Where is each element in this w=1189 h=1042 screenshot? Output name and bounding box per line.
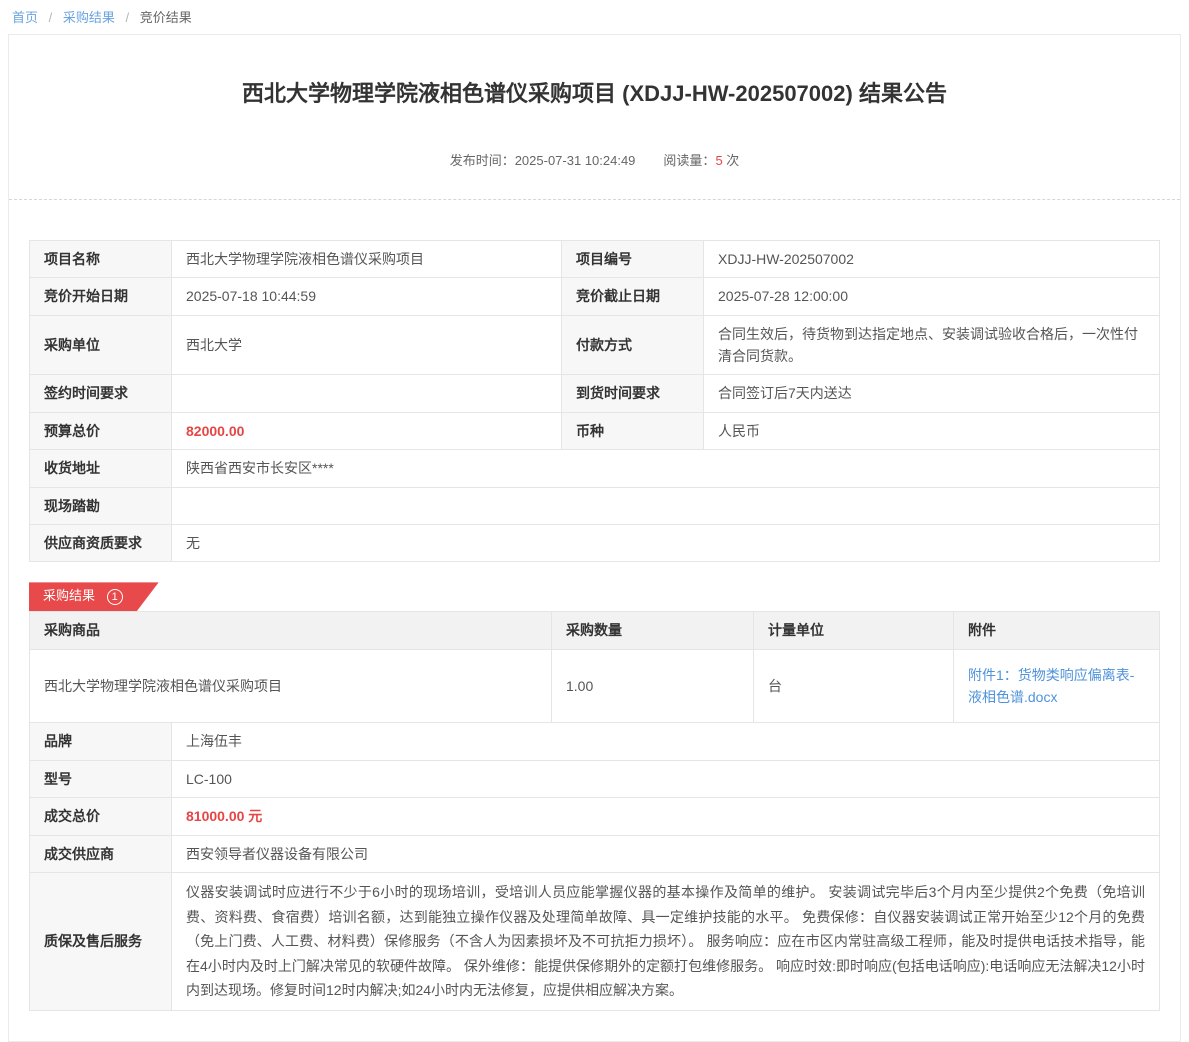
- table-row: 预算总价 82000.00 币种 人民币: [30, 412, 1160, 449]
- info-label: 收货地址: [30, 450, 172, 487]
- announcement-card: 西北大学物理学院液相色谱仪采购项目 (XDJJ-HW-202507002) 结果…: [8, 34, 1181, 1042]
- result-details-table: 品牌 上海伍丰 型号 LC-100 成交总价 81000.00 元 成交供应商 …: [29, 722, 1160, 1010]
- table-row: 现场踏勘: [30, 487, 1160, 524]
- project-info-table: 项目名称 西北大学物理学院液相色谱仪采购项目 项目编号 XDJJ-HW-2025…: [29, 240, 1160, 563]
- info-label: 签约时间要求: [30, 375, 172, 412]
- result-product: 西北大学物理学院液相色谱仪采购项目: [30, 649, 552, 723]
- warranty-service-text: 仪器安装调试时应进行不少于6小时的现场培训，受培训人员应能掌握仪器的基本操作及简…: [172, 873, 1160, 1011]
- info-label: 币种: [562, 412, 704, 449]
- info-label: 付款方式: [562, 315, 704, 375]
- table-row: 成交供应商 西安领导者仪器设备有限公司: [30, 835, 1160, 872]
- info-value: 人民币: [704, 412, 1160, 449]
- breadcrumb-link-procurement-results[interactable]: 采购结果: [63, 10, 115, 25]
- detail-label: 质保及售后服务: [30, 873, 172, 1011]
- result-count-badge: 1: [107, 589, 123, 605]
- breadcrumb-link-home[interactable]: 首页: [12, 10, 38, 25]
- table-row: 型号 LC-100: [30, 760, 1160, 797]
- info-label: 竞价开始日期: [30, 278, 172, 315]
- supplier-value: 西安领导者仪器设备有限公司: [172, 835, 1160, 872]
- table-row: 签约时间要求 到货时间要求 合同签订后7天内送达: [30, 375, 1160, 412]
- purchase-result-table: 采购商品 采购数量 计量单位 附件 西北大学物理学院液相色谱仪采购项目 1.00…: [29, 611, 1160, 723]
- info-label: 项目编号: [562, 240, 704, 277]
- page-title: 西北大学物理学院液相色谱仪采购项目 (XDJJ-HW-202507002) 结果…: [69, 79, 1120, 110]
- publish-meta: 发布时间：2025-07-31 10:24:49 阅读量：5 次: [69, 150, 1120, 169]
- info-label: 供应商资质要求: [30, 524, 172, 561]
- column-header-unit: 计量单位: [754, 612, 954, 649]
- detail-label: 成交总价: [30, 798, 172, 835]
- info-label: 现场踏勘: [30, 487, 172, 524]
- info-value: 2025-07-18 10:44:59: [172, 278, 562, 315]
- detail-label: 品牌: [30, 723, 172, 760]
- views-label: 阅读量：: [663, 153, 715, 168]
- info-value: 无: [172, 524, 1160, 561]
- views-unit: 次: [726, 153, 739, 168]
- views-count: 5: [715, 153, 722, 168]
- info-value: 合同生效后，待货物到达指定地点、安装调试验收合格后，一次性付清合同货款。: [704, 315, 1160, 375]
- info-value: XDJJ-HW-202507002: [704, 240, 1160, 277]
- breadcrumb-separator: /: [49, 10, 53, 25]
- table-row: 采购单位 西北大学 付款方式 合同生效后，待货物到达指定地点、安装调试验收合格后…: [30, 315, 1160, 375]
- purchase-result-ribbon-label: 采购结果: [43, 588, 95, 603]
- publish-time-value: 2025-07-31 10:24:49: [515, 153, 636, 168]
- publish-time-label: 发布时间：: [450, 153, 515, 168]
- info-value: [172, 375, 562, 412]
- announcement-header: 西北大学物理学院液相色谱仪采购项目 (XDJJ-HW-202507002) 结果…: [9, 35, 1180, 200]
- column-header-attachment: 附件: [954, 612, 1160, 649]
- table-row: 品牌 上海伍丰: [30, 723, 1160, 760]
- result-quantity: 1.00: [552, 649, 754, 723]
- table-row: 西北大学物理学院液相色谱仪采购项目 1.00 台 附件1：货物类响应偏离表-液相…: [30, 649, 1160, 723]
- info-value: 西北大学物理学院液相色谱仪采购项目: [172, 240, 562, 277]
- info-label: 预算总价: [30, 412, 172, 449]
- info-value: 西北大学: [172, 315, 562, 375]
- table-header-row: 采购商品 采购数量 计量单位 附件: [30, 612, 1160, 649]
- attachment-link[interactable]: 附件1：货物类响应偏离表-液相色谱.docx: [968, 667, 1134, 705]
- info-label: 采购单位: [30, 315, 172, 375]
- breadcrumb-separator: /: [126, 10, 130, 25]
- table-row: 竞价开始日期 2025-07-18 10:44:59 竞价截止日期 2025-0…: [30, 278, 1160, 315]
- column-header-product: 采购商品: [30, 612, 552, 649]
- table-row: 供应商资质要求 无: [30, 524, 1160, 561]
- result-unit: 台: [754, 649, 954, 723]
- announcement-body: 项目名称 西北大学物理学院液相色谱仪采购项目 项目编号 XDJJ-HW-2025…: [9, 200, 1180, 1041]
- table-row: 收货地址 陕西省西安市长安区****: [30, 450, 1160, 487]
- result-attachment-cell: 附件1：货物类响应偏离表-液相色谱.docx: [954, 649, 1160, 723]
- table-row: 质保及售后服务 仪器安装调试时应进行不少于6小时的现场培训，受培训人员应能掌握仪…: [30, 873, 1160, 1011]
- model-value: LC-100: [172, 760, 1160, 797]
- table-row: 成交总价 81000.00 元: [30, 798, 1160, 835]
- table-row: 项目名称 西北大学物理学院液相色谱仪采购项目 项目编号 XDJJ-HW-2025…: [30, 240, 1160, 277]
- budget-total-price: 82000.00: [172, 412, 562, 449]
- info-value: 陕西省西安市长安区****: [172, 450, 1160, 487]
- info-label: 到货时间要求: [562, 375, 704, 412]
- info-label: 竞价截止日期: [562, 278, 704, 315]
- info-value: [172, 487, 1160, 524]
- column-header-quantity: 采购数量: [552, 612, 754, 649]
- brand-value: 上海伍丰: [172, 723, 1160, 760]
- detail-label: 成交供应商: [30, 835, 172, 872]
- detail-label: 型号: [30, 760, 172, 797]
- purchase-result-ribbon: 采购结果 1: [29, 582, 159, 611]
- breadcrumb-current-bidding-results: 竞价结果: [140, 10, 192, 25]
- info-value: 2025-07-28 12:00:00: [704, 278, 1160, 315]
- info-value: 合同签订后7天内送达: [704, 375, 1160, 412]
- deal-total-price: 81000.00 元: [172, 798, 1160, 835]
- info-label: 项目名称: [30, 240, 172, 277]
- breadcrumb: 首页 / 采购结果 / 竞价结果: [0, 0, 1189, 32]
